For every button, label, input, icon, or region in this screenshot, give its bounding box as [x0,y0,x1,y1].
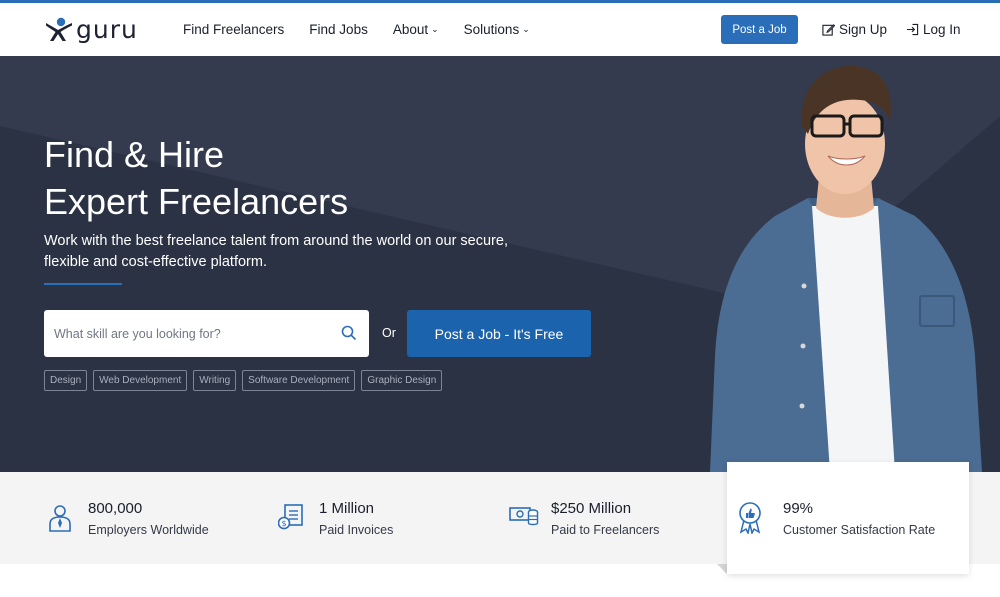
stat-employers-number: 800,000 [88,500,143,517]
post-job-button[interactable]: Post a Job [721,15,798,44]
nav-find-freelancers-label: Find Freelancers [183,22,285,37]
hero-person-image [710,65,982,472]
nav-solutions-label: Solutions [463,22,520,37]
svg-text:$: $ [281,519,286,528]
skill-search-input[interactable] [54,326,324,341]
chevron-down-icon: ⌄ [522,24,530,34]
login-icon [906,23,919,36]
primary-nav: Find Freelancers Find Jobs About ⌄ Soluti… [183,3,555,56]
skill-search-box [44,310,369,357]
employer-icon [49,505,71,532]
log-in-label: Log In [923,22,961,37]
invoice-icon: $ [278,504,303,530]
stat-paid-label: Paid to Freelancers [551,523,660,537]
hero-subtitle: Work with the best freelance talent from… [44,233,508,270]
stat-paid-number: $250 Million [551,500,632,517]
main-navbar: guru Find Freelancers Find Jobs About ⌄ S… [0,3,1000,56]
hero-section: Find & Hire Expert Freelancers Work with… [0,56,1000,472]
hero-title-line1: Find & Hire [44,134,225,175]
card-notch [717,564,727,574]
edit-icon [822,24,835,36]
chevron-down-icon: ⌄ [431,24,439,34]
tag-graphic-design[interactable]: Graphic Design [361,370,443,391]
search-icon[interactable] [341,325,357,341]
stat-invoices-label: Paid Invoices [319,523,394,537]
nav-solutions[interactable]: Solutions ⌄ [464,22,530,37]
nav-find-jobs[interactable]: Find Jobs [309,22,368,37]
nav-find-jobs-label: Find Jobs [309,22,368,37]
hero-title: Find & Hire Expert Freelancers [44,131,348,225]
stat-satisfaction: 99% Customer Satisfaction Rate [727,462,969,574]
post-job-free-button[interactable]: Post a Job - It's Free [407,310,591,357]
sign-up-label: Sign Up [839,22,888,37]
tag-design[interactable]: Design [44,370,88,391]
nav-about-label: About [392,22,429,37]
guru-logo-icon [46,17,72,41]
hero-divider [44,283,122,285]
money-icon [509,507,539,526]
tag-writing[interactable]: Writing [193,370,237,391]
tag-web-development[interactable]: Web Development [93,370,188,391]
guru-logo[interactable]: guru [44,17,138,43]
stat-satisfaction-label: Customer Satisfaction Rate [783,523,936,537]
popular-skill-tags: Design Web Development Writing Software … [44,370,448,391]
stat-employers-label: Employers Worldwide [88,523,209,537]
log-in-link[interactable]: Log In [906,3,961,56]
sign-up-link[interactable]: Sign Up [822,3,887,56]
stat-satisfaction-number: 99% [783,500,814,517]
stat-invoices-number: 1 Million [319,500,375,517]
nav-find-freelancers[interactable]: Find Freelancers [183,22,284,37]
nav-about[interactable]: About ⌄ [393,22,439,37]
logo-text: guru [76,15,138,44]
hero-title-line2: Expert Freelancers [44,181,349,222]
or-text: Or [382,326,396,340]
award-icon [739,502,761,534]
tag-software-development[interactable]: Software Development [242,370,356,391]
